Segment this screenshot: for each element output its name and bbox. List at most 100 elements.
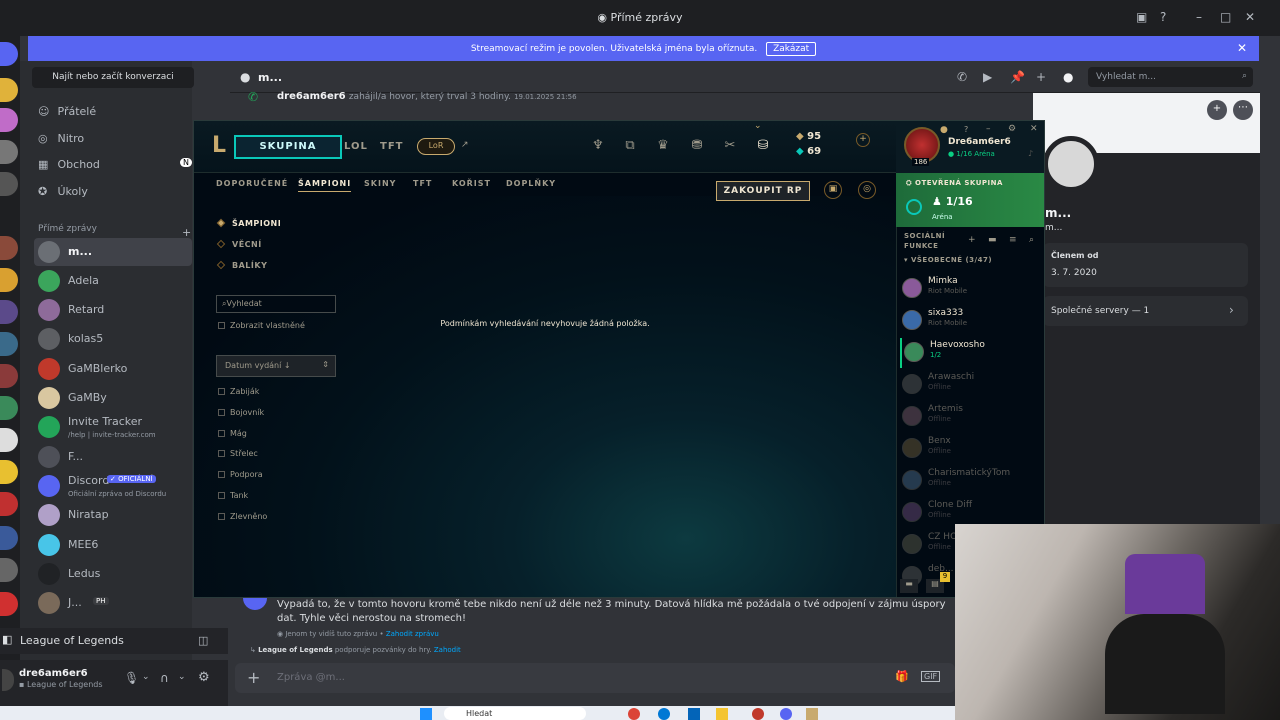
server-icon[interactable] — [0, 236, 18, 260]
subnav-skins[interactable]: SKINY — [364, 179, 396, 188]
search-icon[interactable]: ⌕ — [1029, 235, 1034, 245]
role-filter-checkbox[interactable]: Bojovník — [218, 408, 264, 417]
nav-friends[interactable]: ☺ Přátelé — [38, 105, 96, 118]
add-friends-icon[interactable]: + — [1036, 70, 1046, 84]
find-conversation-button[interactable]: Najít nebo začít konverzaci — [32, 67, 194, 88]
server-icon[interactable] — [0, 300, 18, 324]
buy-rp-button[interactable]: ZAKOUPIT RP — [716, 181, 810, 201]
buy-currency-icon[interactable]: + — [856, 133, 870, 147]
minimize-icon[interactable]: – — [986, 124, 991, 134]
dm-item[interactable]: kolas5 — [34, 325, 192, 353]
role-filter-checkbox[interactable]: Podpora — [218, 470, 263, 479]
dm-item[interactable]: MEE6 — [34, 531, 192, 559]
add-friend-icon[interactable]: + — [1207, 100, 1227, 120]
microphone-icon[interactable]: 🎙 — [124, 671, 139, 685]
friend-item[interactable]: CharismatickýTom Offline — [900, 466, 1044, 496]
add-friend-icon[interactable]: + — [968, 235, 976, 245]
list-icon[interactable]: ≡ — [1009, 235, 1017, 245]
friend-item[interactable]: Arawaschi Offline — [900, 370, 1044, 400]
nav-shop[interactable]: ▦ Obchod N — [38, 158, 192, 171]
attach-plus-icon[interactable]: + — [247, 668, 260, 687]
server-icon[interactable] — [0, 332, 18, 356]
minimize-button[interactable]: – — [1196, 10, 1202, 24]
loot-icon[interactable]: ⛃ — [688, 138, 706, 156]
disable-streamer-mode-button[interactable]: Zakázat — [766, 42, 817, 56]
server-icon[interactable] — [0, 526, 18, 550]
nav-tft[interactable]: TFT — [380, 141, 403, 152]
chevron-down-icon[interactable]: ⌄ — [178, 672, 186, 682]
server-icon[interactable] — [0, 492, 18, 516]
channel-search-input[interactable]: Vyhledat m... ⌕ — [1088, 67, 1253, 87]
add-folder-icon[interactable]: ▬ — [988, 235, 997, 245]
collection-icon[interactable]: ♛ — [654, 138, 672, 156]
voice-call-icon[interactable]: ✆ — [957, 70, 967, 84]
game-invite-icon[interactable]: ◫ — [198, 634, 208, 647]
home-icon[interactable]: ♆ — [589, 138, 607, 156]
user-profile-icon[interactable]: ● — [1063, 70, 1073, 84]
pin-icon[interactable]: 📌 — [1010, 70, 1025, 84]
server-icon[interactable] — [0, 268, 18, 292]
server-icon[interactable] — [0, 78, 18, 102]
close-icon[interactable]: ✕ — [1030, 124, 1038, 134]
taskbar-search[interactable]: Hledat — [444, 707, 586, 720]
chrome-icon[interactable] — [628, 708, 640, 720]
help-icon[interactable]: ? — [1160, 10, 1166, 24]
server-icon[interactable] — [0, 428, 18, 452]
discord-taskbar-icon[interactable] — [780, 708, 792, 720]
message-input[interactable]: + Zpráva @m... 🎁 GIF — [235, 663, 955, 693]
dm-item[interactable]: Discord ✓ OFICIÁLNÍ Oficiální zpráva od Di… — [34, 472, 192, 500]
headphones-icon[interactable]: ∩ — [160, 671, 169, 685]
role-filter-checkbox[interactable]: Střelec — [218, 449, 258, 458]
category-champions[interactable]: ŠAMPIONI — [216, 218, 281, 228]
home-icon[interactable] — [0, 42, 18, 66]
role-filter-checkbox[interactable]: Zlevněno — [218, 512, 267, 521]
dm-item[interactable]: Retard — [34, 296, 192, 324]
help-icon[interactable]: ? — [964, 125, 968, 134]
general-group-header[interactable]: ▾ VŠEOBECNÉ (3/47) — [904, 256, 992, 264]
dm-item[interactable]: F... — [34, 443, 192, 471]
call-user[interactable]: dre6am6er6 — [277, 91, 346, 102]
category-bundles[interactable]: BALÍKY — [216, 260, 267, 270]
friend-item[interactable]: sixa333 Riot Mobile — [900, 306, 1044, 336]
role-filter-checkbox[interactable]: Mág — [218, 429, 247, 438]
nav-quests[interactable]: ✪ Úkoly — [38, 185, 88, 198]
server-icon[interactable] — [0, 558, 18, 582]
avatar[interactable] — [2, 669, 14, 691]
dm-item[interactable]: GaMBlerko — [34, 355, 192, 383]
subnav-loot[interactable]: KOŘIST — [452, 179, 491, 188]
dm-item[interactable]: GaMBy — [34, 384, 192, 412]
lor-button[interactable]: LoR — [417, 138, 455, 155]
subnav-champions[interactable]: ŠAMPIONI — [298, 179, 352, 192]
maximize-button[interactable]: □ — [1220, 10, 1231, 24]
open-group-panel[interactable]: ⛭ OTEVŘENÁ SKUPINA ♟ 1/16 Aréna — [896, 173, 1044, 227]
server-icon[interactable] — [0, 592, 18, 616]
friend-item[interactable]: Mimka Riot Mobile — [900, 274, 1044, 304]
inbox-icon[interactable]: ▣ — [1136, 10, 1147, 24]
settings-gear-icon[interactable]: ⚙ — [198, 670, 210, 685]
category-eternals[interactable]: VĚCNÍ — [216, 239, 262, 249]
dismiss-message-link[interactable]: Zahodit zprávu — [386, 630, 439, 638]
chevron-down-icon[interactable]: ⌄ — [142, 672, 150, 682]
server-icon[interactable] — [0, 140, 18, 164]
server-icon[interactable] — [0, 364, 18, 388]
settings-icon[interactable]: ⚙ — [1008, 124, 1016, 134]
subnav-accessories[interactable]: DOPLŇKY — [506, 179, 556, 188]
dm-item[interactable]: Niratap — [34, 501, 192, 529]
role-filter-checkbox[interactable]: Tank — [218, 491, 248, 500]
gif-icon[interactable]: GIF — [921, 671, 941, 682]
subnav-featured[interactable]: DOPORUČENÉ — [216, 179, 288, 188]
dm-item[interactable]: Invite Tracker/help | invite-tracker.com — [34, 413, 192, 441]
nav-nitro[interactable]: ◎ Nitro — [38, 132, 84, 145]
subnav-tft[interactable]: TFT — [413, 179, 432, 188]
server-icon[interactable] — [0, 172, 18, 196]
friend-item[interactable]: Benx Offline — [900, 434, 1044, 464]
edge-icon[interactable] — [658, 708, 670, 720]
windows-start-icon[interactable] — [420, 708, 432, 720]
gift-icon[interactable]: 🎁 — [895, 670, 909, 683]
sort-dropdown[interactable]: Datum vydání ↓ ⇕ — [216, 355, 336, 377]
store-icon[interactable]: ⛁ — [754, 138, 772, 156]
profile-avatar[interactable] — [1043, 136, 1099, 192]
server-icon[interactable] — [0, 460, 18, 484]
file-explorer-icon[interactable] — [716, 708, 728, 720]
app-icon[interactable] — [752, 708, 764, 720]
